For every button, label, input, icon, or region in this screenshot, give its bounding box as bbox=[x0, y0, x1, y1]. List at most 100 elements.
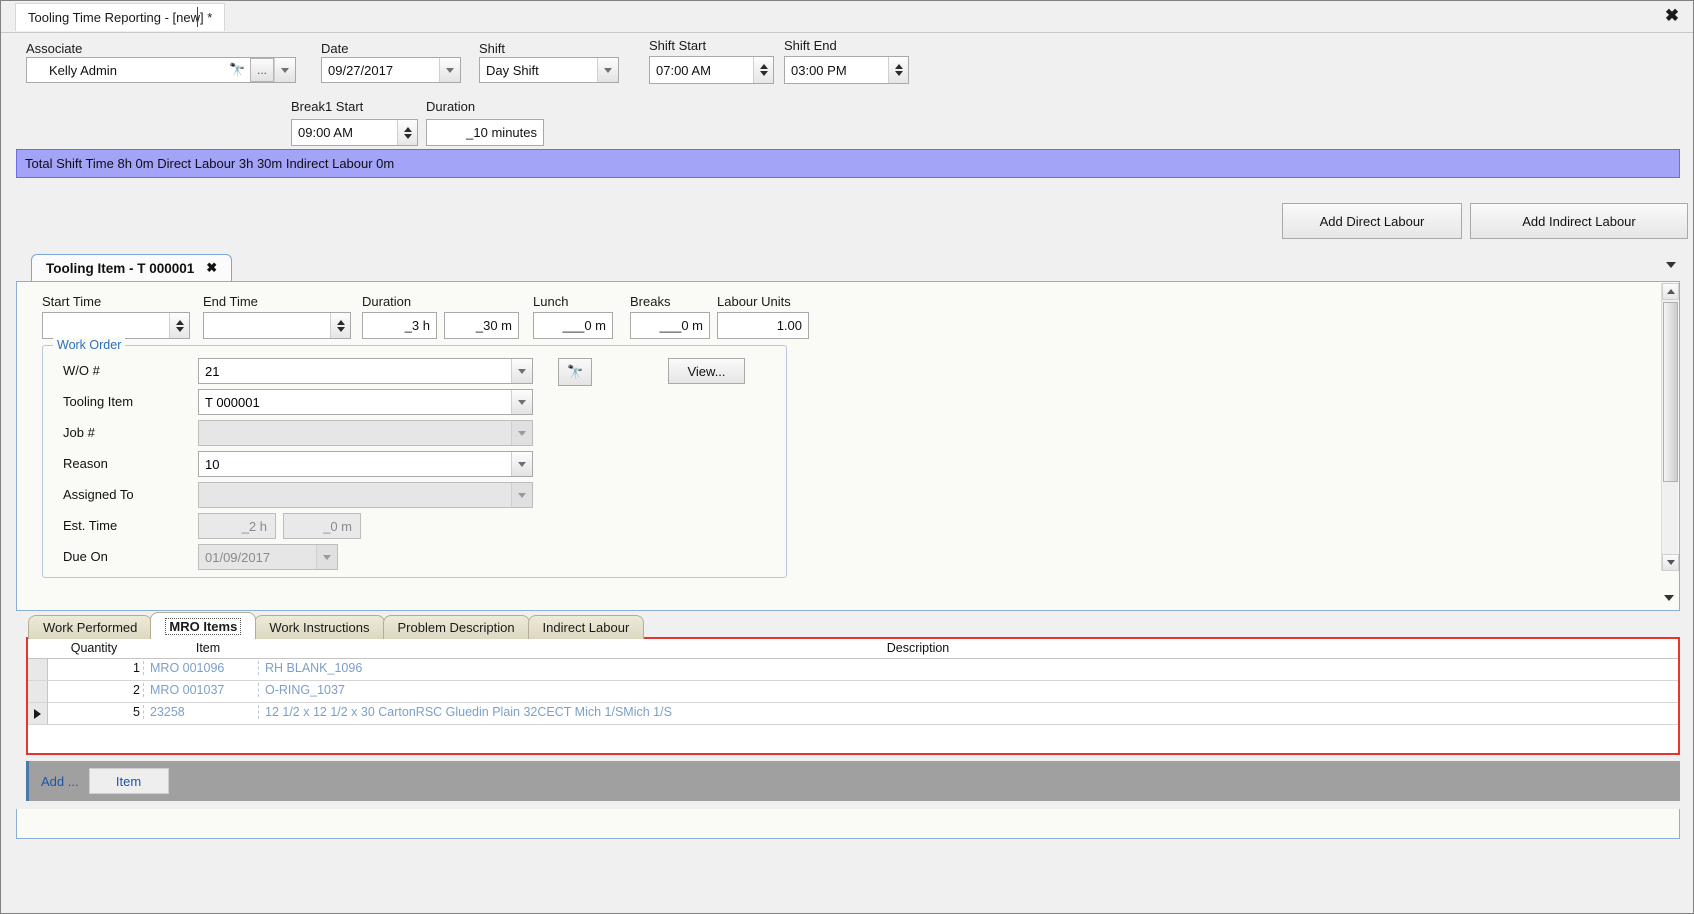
shift-start-input[interactable]: 07:00 AM bbox=[649, 56, 774, 84]
wo-number-select[interactable]: 21 bbox=[198, 358, 533, 384]
break1-duration-input[interactable]: _10 minutes bbox=[426, 119, 544, 146]
breaks-input[interactable]: ___0 m bbox=[630, 312, 710, 339]
start-time-input[interactable] bbox=[42, 312, 190, 339]
job-number-label: Job # bbox=[63, 425, 95, 440]
associate-value: Kelly Admin bbox=[49, 62, 117, 78]
assigned-to-dropdown-button[interactable] bbox=[511, 483, 532, 507]
table-row[interactable]: 2 MRO 001037 O-RING_1037 bbox=[28, 681, 1678, 703]
wo-search-button[interactable]: 🔭 bbox=[558, 358, 592, 386]
reason-dropdown-button[interactable] bbox=[511, 452, 532, 476]
start-time-spinner[interactable] bbox=[169, 313, 189, 338]
duration-minutes-input[interactable]: _30 m bbox=[444, 312, 519, 339]
associate-input[interactable]: Kelly Admin 🔭 ... bbox=[26, 57, 296, 83]
tooling-item-panel: Start Time End Time Duration _3 h _30 m … bbox=[16, 281, 1680, 611]
due-on-field[interactable]: 01/09/2017 bbox=[198, 544, 338, 570]
date-label: Date bbox=[321, 41, 349, 56]
shift-summary-bar: Total Shift Time 8h 0m Direct Labour 3h … bbox=[16, 149, 1680, 178]
tab-indirect-labour[interactable]: Indirect Labour bbox=[527, 615, 645, 639]
date-value: 09/27/2017 bbox=[328, 62, 394, 78]
row-selector[interactable] bbox=[28, 659, 48, 680]
spinner-down-icon bbox=[759, 71, 768, 76]
chevron-down-icon[interactable] bbox=[1666, 262, 1676, 268]
end-time-spinner[interactable] bbox=[330, 313, 350, 338]
tooling-item-select[interactable]: T 000001 bbox=[198, 389, 533, 415]
document-tab[interactable]: Tooling Time Reporting - [new] * bbox=[15, 3, 226, 31]
row-selector-current[interactable] bbox=[28, 703, 48, 724]
associate-dropdown-button[interactable] bbox=[274, 58, 295, 82]
date-input[interactable]: 09/27/2017 bbox=[321, 57, 461, 83]
lunch-label: Lunch bbox=[533, 294, 569, 309]
chevron-down-icon bbox=[518, 430, 526, 436]
text-cursor bbox=[197, 7, 198, 27]
reason-label: Reason bbox=[63, 456, 108, 471]
tab-mro-items[interactable]: MRO Items bbox=[150, 612, 257, 639]
add-direct-labour-button[interactable]: Add Direct Labour bbox=[1282, 203, 1462, 239]
scroll-down-button[interactable] bbox=[1662, 554, 1679, 571]
tab-tooling-item-label: Tooling Item - T 000001 bbox=[46, 260, 195, 276]
tab-problem-description-label: Problem Description bbox=[397, 620, 515, 635]
tab-work-instructions[interactable]: Work Instructions bbox=[254, 615, 385, 639]
panel-vertical-scrollbar[interactable] bbox=[1661, 283, 1679, 571]
tab-problem-description[interactable]: Problem Description bbox=[382, 615, 530, 639]
panel-expand-chevron-icon[interactable] bbox=[1664, 595, 1674, 601]
table-row[interactable]: 1 MRO 001096 RH BLANK_1096 bbox=[28, 659, 1678, 681]
tooling-item-dropdown-button[interactable] bbox=[511, 390, 532, 414]
spinner-down-icon bbox=[175, 326, 184, 332]
add-indirect-labour-button[interactable]: Add Indirect Labour bbox=[1470, 203, 1688, 239]
shift-end-spinner[interactable] bbox=[888, 57, 908, 83]
wo-number-dropdown-button[interactable] bbox=[511, 359, 532, 383]
binoculars-icon[interactable]: 🔭 bbox=[224, 58, 250, 82]
row-selector[interactable] bbox=[28, 681, 48, 702]
reason-select[interactable]: 10 bbox=[198, 451, 533, 477]
column-header-item[interactable]: Item bbox=[153, 641, 263, 655]
associate-ellipsis-button[interactable]: ... bbox=[250, 58, 274, 82]
assigned-to-select[interactable] bbox=[198, 482, 533, 508]
shift-start-spinner[interactable] bbox=[753, 57, 773, 83]
date-dropdown-button[interactable] bbox=[439, 58, 460, 82]
cell-item: 23258 bbox=[143, 705, 253, 719]
table-row[interactable]: 5 23258 12 1/2 x 12 1/2 x 30 CartonRSC G… bbox=[28, 703, 1678, 725]
spinner-up-icon bbox=[759, 64, 768, 69]
due-on-dropdown-button[interactable] bbox=[316, 545, 337, 569]
cell-item: MRO 001096 bbox=[143, 661, 253, 675]
tab-work-instructions-label: Work Instructions bbox=[269, 620, 370, 635]
add-item-button[interactable]: Item bbox=[88, 768, 169, 794]
job-number-dropdown-button[interactable] bbox=[511, 421, 532, 445]
add-link[interactable]: Add ... bbox=[41, 774, 79, 789]
shift-end-value: 03:00 PM bbox=[791, 62, 847, 78]
chevron-down-icon bbox=[518, 461, 526, 467]
panel-footer bbox=[16, 809, 1680, 839]
document-tab-label: Tooling Time Reporting - [new] * bbox=[28, 10, 213, 25]
column-header-description[interactable]: Description bbox=[268, 641, 1568, 655]
end-time-input[interactable] bbox=[203, 312, 351, 339]
cell-quantity: 2 bbox=[133, 683, 140, 697]
labour-units-input[interactable]: 1.00 bbox=[717, 312, 809, 339]
mro-items-grid[interactable]: Quantity Item Description 1 MRO 001096 R… bbox=[26, 637, 1680, 755]
application-window: Tooling Time Reporting - [new] * ✖ Assoc… bbox=[0, 0, 1694, 914]
job-number-select[interactable] bbox=[198, 420, 533, 446]
break1-start-spinner[interactable] bbox=[397, 120, 417, 145]
spinner-down-icon bbox=[894, 71, 903, 76]
tab-work-performed[interactable]: Work Performed bbox=[28, 615, 153, 639]
chevron-up-icon bbox=[1666, 289, 1675, 294]
duration-hours-input[interactable]: _3 h bbox=[362, 312, 437, 339]
close-icon[interactable]: ✖ bbox=[1661, 5, 1683, 27]
tab-mro-items-label: MRO Items bbox=[165, 617, 242, 635]
cell-description: 12 1/2 x 12 1/2 x 30 CartonRSC Gluedin P… bbox=[258, 705, 1638, 719]
labour-units-label: Labour Units bbox=[717, 294, 791, 309]
labour-units-value: 1.00 bbox=[776, 318, 802, 333]
tab-tooling-item[interactable]: Tooling Item - T 000001 ✖ bbox=[31, 254, 233, 281]
close-icon[interactable]: ✖ bbox=[206, 260, 217, 276]
wo-view-button[interactable]: View... bbox=[668, 358, 745, 384]
column-header-quantity[interactable]: Quantity bbox=[48, 641, 140, 655]
lunch-input[interactable]: ___0 m bbox=[533, 312, 613, 339]
scrollbar-thumb[interactable] bbox=[1663, 302, 1678, 482]
shift-label: Shift bbox=[479, 41, 506, 56]
shift-dropdown-button[interactable] bbox=[597, 58, 618, 82]
scroll-up-button[interactable] bbox=[1662, 283, 1679, 300]
break1-start-input[interactable]: 09:00 AM bbox=[291, 119, 418, 146]
shift-select[interactable]: Day Shift bbox=[479, 57, 619, 83]
inner-tab-strip: Tooling Item - T 000001 ✖ bbox=[16, 254, 1680, 281]
shift-end-input[interactable]: 03:00 PM bbox=[784, 56, 909, 84]
shift-summary-text: Total Shift Time 8h 0m Direct Labour 3h … bbox=[25, 156, 395, 171]
